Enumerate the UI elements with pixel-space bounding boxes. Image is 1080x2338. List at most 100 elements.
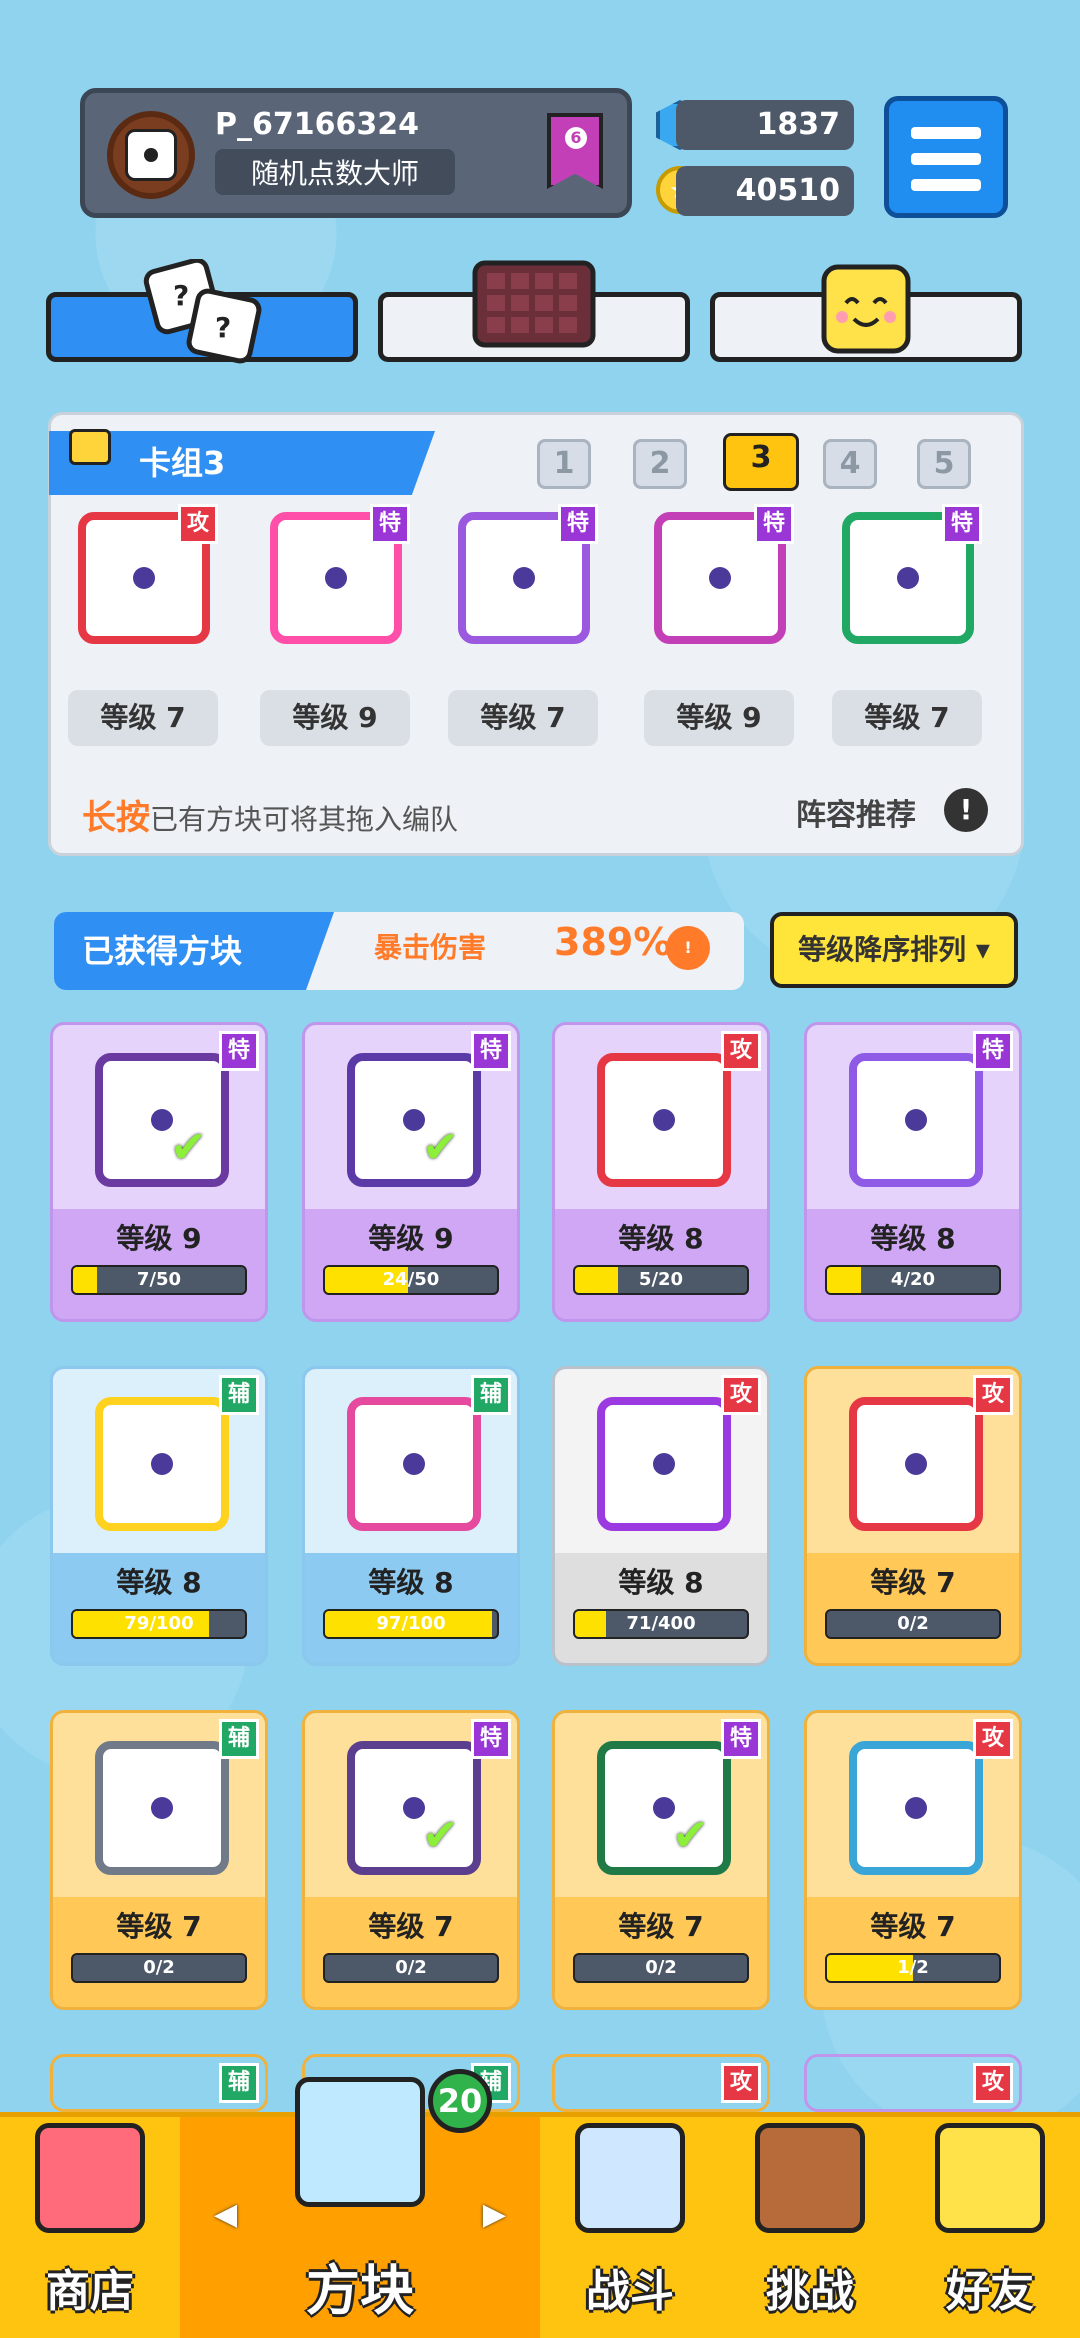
dice-dot bbox=[513, 567, 535, 589]
type-badge: 攻 bbox=[721, 1031, 761, 1071]
deck-card-5[interactable]: 特 bbox=[834, 504, 982, 652]
upgrade-progress-bar: 0/2 bbox=[825, 1609, 1001, 1639]
nav-battle[interactable]: 战斗 bbox=[540, 2117, 720, 2338]
card-level: 等级 9 bbox=[368, 1222, 454, 1255]
deck-slot-2[interactable]: 2 bbox=[633, 439, 687, 489]
hint-text: 已有方块可将其拖入编队 bbox=[150, 803, 459, 836]
coin-count[interactable]: 40510 bbox=[676, 166, 854, 216]
player-avatar[interactable] bbox=[107, 111, 195, 199]
sword-shield-icon bbox=[575, 2123, 685, 2233]
upgrade-progress-bar: 71/400 bbox=[573, 1609, 749, 1639]
nav-battle-label: 战斗 bbox=[586, 2266, 674, 2317]
dice-dot bbox=[709, 567, 731, 589]
equipped-check-icon: ✔ bbox=[170, 1122, 207, 1173]
card-level: 等级 9 bbox=[116, 1222, 202, 1255]
upgrade-progress-bar: 79/100 bbox=[71, 1609, 247, 1639]
owned-card[interactable]: 辅 等级 8 97/100 bbox=[302, 1366, 520, 1666]
owned-card[interactable]: 攻 等级 7 1/2 bbox=[804, 1710, 1022, 2010]
deck-slot-3[interactable]: 3 bbox=[723, 433, 799, 491]
owned-card-partial[interactable]: 攻 bbox=[804, 2054, 1022, 2112]
dice-icon bbox=[849, 1741, 983, 1875]
lineup-recommend-link[interactable]: 阵容推荐 bbox=[796, 790, 916, 834]
type-badge: 特 bbox=[219, 1031, 259, 1071]
owned-card[interactable]: 辅 等级 8 79/100 bbox=[50, 1366, 268, 1666]
nav-blocks[interactable]: 20 ◀ ▶ 方块 bbox=[180, 2069, 540, 2338]
deck-card-level: 等级 9 bbox=[644, 690, 794, 746]
card-level: 等级 7 bbox=[368, 1910, 454, 1943]
dice-icon bbox=[849, 1053, 983, 1187]
gem-count[interactable]: 1837 bbox=[676, 100, 854, 150]
deck-card-level: 等级 7 bbox=[832, 690, 982, 746]
owned-card-partial[interactable]: 攻 bbox=[552, 2054, 770, 2112]
dice-dot bbox=[403, 1453, 425, 1475]
dice-icon bbox=[597, 1397, 731, 1531]
deck-slot-1[interactable]: 1 bbox=[537, 439, 591, 489]
deck-slot-4[interactable]: 4 bbox=[823, 439, 877, 489]
deck-card-4[interactable]: 特 bbox=[646, 504, 794, 652]
owned-card-partial[interactable]: 辅 bbox=[50, 2054, 268, 2112]
upgrade-progress-text: 97/100 bbox=[376, 1613, 446, 1634]
nav-shop[interactable]: 商店 bbox=[0, 2117, 180, 2338]
upgrade-progress-bar: 0/2 bbox=[71, 1953, 247, 1983]
card-level: 等级 7 bbox=[618, 1910, 704, 1943]
player-profile-panel[interactable]: P_67166324 随机点数大师 6 bbox=[80, 88, 632, 218]
upgrade-progress-bar: 97/100 bbox=[323, 1609, 499, 1639]
rank-number: 6 bbox=[565, 127, 587, 149]
dice-icon bbox=[95, 1053, 229, 1187]
nav-friends[interactable]: 好友 bbox=[900, 2117, 1080, 2338]
dice-icon bbox=[95, 1741, 229, 1875]
owned-header: 已获得方块 暴击伤害 389% ! bbox=[54, 912, 744, 990]
owned-card[interactable]: 攻 等级 7 0/2 bbox=[804, 1366, 1022, 1666]
deck-card-1[interactable]: 攻 bbox=[70, 504, 218, 652]
owned-card[interactable]: ✔ 特 等级 7 0/2 bbox=[302, 1710, 520, 2010]
nav-challenge[interactable]: 挑战 bbox=[720, 2117, 900, 2338]
type-badge: 特 bbox=[942, 504, 982, 544]
crit-info-icon[interactable]: ! bbox=[666, 926, 710, 970]
owned-card[interactable]: 攻 等级 8 71/400 bbox=[552, 1366, 770, 1666]
type-badge: 攻 bbox=[178, 504, 218, 544]
deck-card-level: 等级 7 bbox=[68, 690, 218, 746]
prev-arrow-icon[interactable]: ◀ bbox=[214, 2197, 237, 2232]
upgrade-progress-text: 1/2 bbox=[897, 1957, 929, 1978]
owned-card[interactable]: 特 等级 8 4/20 bbox=[804, 1022, 1022, 1322]
owned-card[interactable]: ✔ 特 等级 7 0/2 bbox=[552, 1710, 770, 2010]
upgrade-progress-text: 7/50 bbox=[136, 1269, 182, 1290]
edit-pencil-icon[interactable] bbox=[69, 429, 111, 465]
dice-dot bbox=[151, 1797, 173, 1819]
type-badge: 攻 bbox=[973, 1719, 1013, 1759]
dice-dot bbox=[325, 567, 347, 589]
player-title: 随机点数大师 bbox=[215, 149, 455, 195]
nav-shop-label: 商店 bbox=[46, 2266, 134, 2317]
deck-card-3[interactable]: 特 bbox=[450, 504, 598, 652]
blocks-count-badge: 20 bbox=[428, 2069, 492, 2133]
svg-text:?: ? bbox=[173, 279, 189, 312]
deck-card-2[interactable]: 特 bbox=[262, 504, 410, 652]
type-badge: 攻 bbox=[973, 1375, 1013, 1415]
owned-card[interactable]: 攻 等级 8 5/20 bbox=[552, 1022, 770, 1322]
deck-slot-5[interactable]: 5 bbox=[917, 439, 971, 489]
owned-card[interactable]: ✔ 特 等级 9 24/50 bbox=[302, 1022, 520, 1322]
nav-friends-label: 好友 bbox=[946, 2266, 1034, 2317]
type-badge: 辅 bbox=[219, 1375, 259, 1415]
dice-pair-icon: ? ? bbox=[143, 259, 262, 364]
tab-board[interactable] bbox=[378, 260, 690, 362]
smiley-block-icon bbox=[821, 264, 911, 354]
dice-icon bbox=[347, 1397, 481, 1531]
next-arrow-icon[interactable]: ▶ bbox=[483, 2197, 506, 2232]
hint-bold: 长按 bbox=[82, 798, 150, 838]
tab-dice[interactable]: ? ? bbox=[46, 259, 358, 364]
dice-icon bbox=[125, 129, 177, 181]
sort-dropdown[interactable]: 等级降序排列 ▾ bbox=[770, 912, 1018, 988]
owned-card[interactable]: 辅 等级 7 0/2 bbox=[50, 1710, 268, 2010]
upgrade-progress-bar: 0/2 bbox=[573, 1953, 749, 1983]
menu-button[interactable] bbox=[884, 96, 1008, 218]
tab-skin[interactable] bbox=[710, 264, 1022, 362]
type-badge: 辅 bbox=[471, 1375, 511, 1415]
owned-card[interactable]: ✔ 特 等级 9 7/50 bbox=[50, 1022, 268, 1322]
upgrade-progress-text: 4/20 bbox=[890, 1269, 936, 1290]
recommend-info-icon[interactable]: ! bbox=[944, 788, 988, 832]
deck-hint: 长按已有方块可将其拖入编队 bbox=[82, 790, 458, 839]
dice-dot bbox=[151, 1453, 173, 1475]
equipped-check-icon: ✔ bbox=[422, 1810, 459, 1861]
dice-dot bbox=[905, 1109, 927, 1131]
